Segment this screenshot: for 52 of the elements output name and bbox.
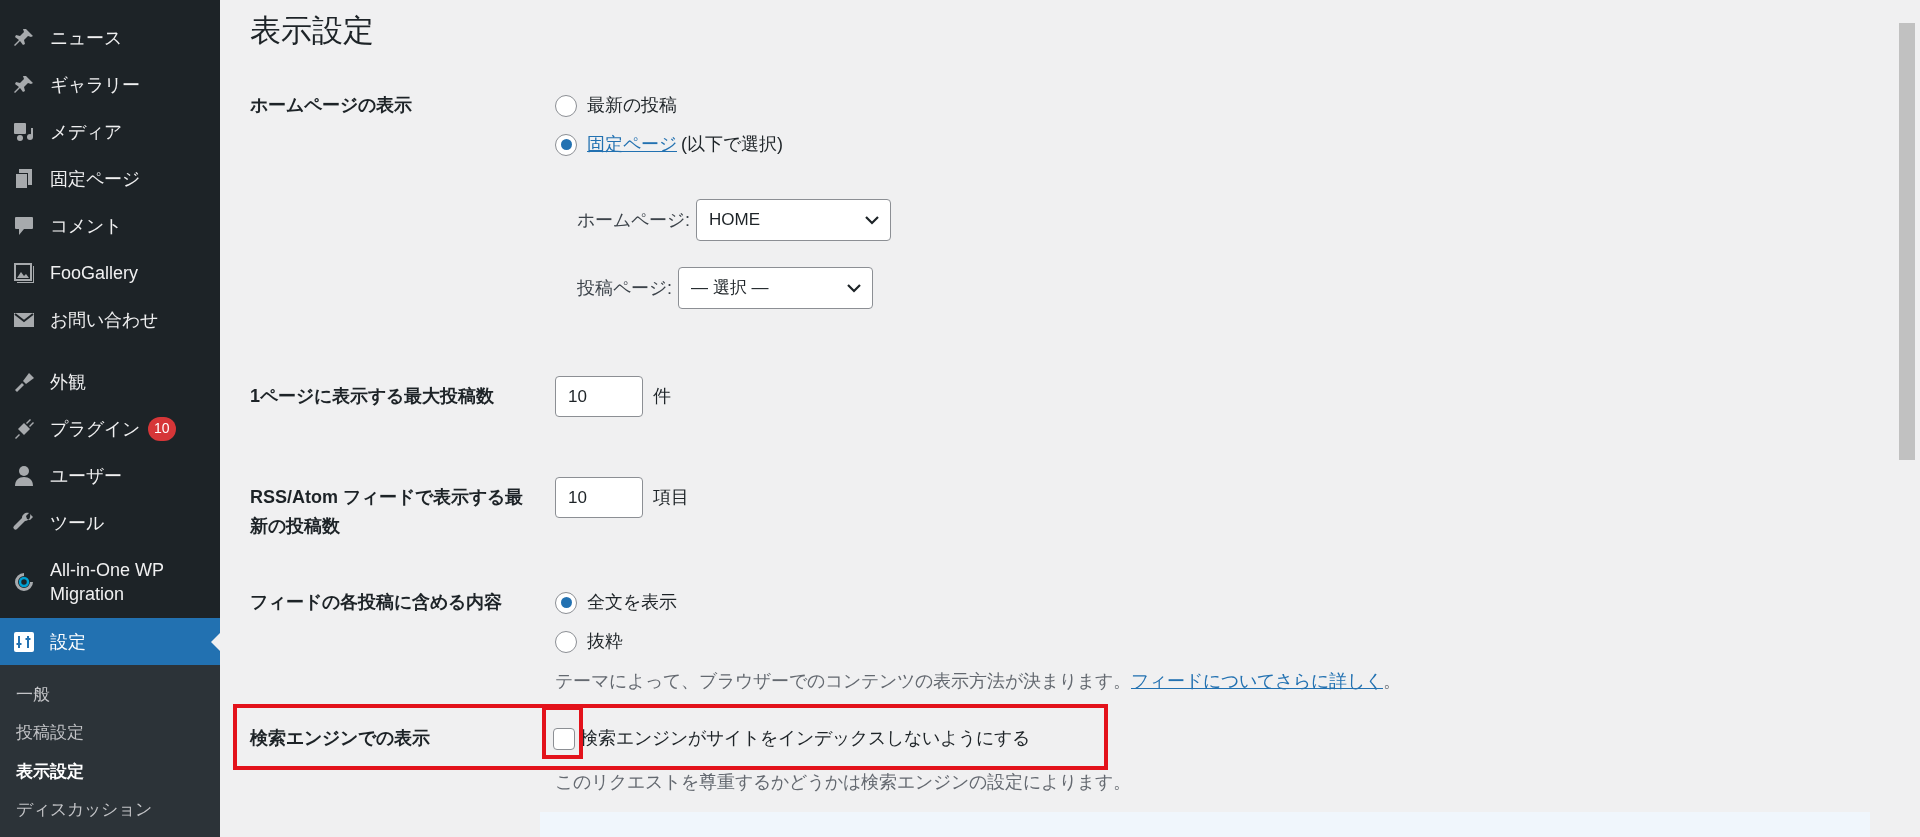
- menu-item[interactable]: ユーザー: [0, 452, 220, 499]
- menu-item[interactable]: ギャラリー: [0, 61, 220, 108]
- menu-item[interactable]: 設定: [0, 618, 220, 665]
- submenu-item[interactable]: 投稿設定: [0, 713, 220, 752]
- menu-item[interactable]: 固定ページ: [0, 155, 220, 202]
- number-input[interactable]: 10: [555, 376, 643, 417]
- radio-button[interactable]: [555, 591, 577, 614]
- number-input[interactable]: 10: [555, 477, 643, 518]
- menu-item[interactable]: All-in-One WP Migration: [0, 546, 220, 618]
- settings-icon: [12, 629, 36, 654]
- field-label: ホームページ:: [577, 208, 690, 232]
- menu-item[interactable]: 外観: [0, 358, 220, 405]
- option-label: 最新の投稿: [587, 94, 677, 117]
- menu-item[interactable]: ツール: [0, 499, 220, 546]
- setting-label: フィードの各投稿に含める内容: [250, 591, 503, 614]
- page-title: 表示設定: [250, 12, 375, 50]
- menu-item[interactable]: コメント: [0, 202, 220, 249]
- menu-item[interactable]: ニュース: [0, 14, 220, 61]
- option-label: 抜粋: [587, 630, 623, 653]
- scrollbar-thumb[interactable]: [1899, 23, 1915, 460]
- feed-link[interactable]: フィードについてさらに詳しく: [1131, 671, 1383, 691]
- submenu-item[interactable]: 表示設定: [0, 752, 220, 791]
- unit-label: 項目: [653, 486, 689, 509]
- menu-item[interactable]: メディア: [0, 108, 220, 155]
- submenu-item[interactable]: ディスカッション: [0, 790, 220, 829]
- option-label: 全文を表示: [587, 591, 677, 614]
- description-text: テーマによって、ブラウザーでのコンテンツの表示方法が決まります。フィードについてさらに詳しく。: [555, 670, 1401, 693]
- refresh-icon: [12, 570, 36, 594]
- page-link[interactable]: 固定ページ: [587, 131, 677, 158]
- radio-button[interactable]: [555, 133, 577, 156]
- setting-label: RSS/Atom フィードで表示する最新の投稿数: [250, 486, 524, 538]
- checkbox[interactable]: [553, 727, 575, 750]
- notification-badge: 10: [148, 416, 176, 441]
- menu-item[interactable]: FooGallery: [0, 249, 220, 296]
- submenu-item[interactable]: 一般: [0, 675, 220, 714]
- chevron-down-icon: [846, 283, 862, 293]
- dropdown[interactable]: — 選択 —: [678, 267, 873, 309]
- radio-button[interactable]: [555, 94, 577, 117]
- option-label: (以下で選択): [681, 133, 783, 156]
- setting-label: 1ページに表示する最大投稿数: [250, 385, 495, 408]
- menu-item[interactable]: プラグイン 10: [0, 405, 220, 452]
- user-icon: [12, 463, 36, 488]
- description-text: このリクエストを尊重するかどうかは検索エンジンの設定によります。: [555, 773, 1131, 791]
- radio-button[interactable]: [555, 630, 577, 653]
- menu-item[interactable]: お問い合わせ: [0, 296, 220, 343]
- field-label: 投稿ページ:: [577, 276, 672, 300]
- gallery-icon: [12, 260, 36, 285]
- unit-label: 件: [653, 385, 671, 408]
- chevron-down-icon: [864, 215, 880, 225]
- dropdown[interactable]: HOME: [696, 199, 891, 241]
- setting-label: 検索エンジンでの表示: [250, 727, 431, 750]
- setting-label: ホームページの表示: [250, 94, 413, 117]
